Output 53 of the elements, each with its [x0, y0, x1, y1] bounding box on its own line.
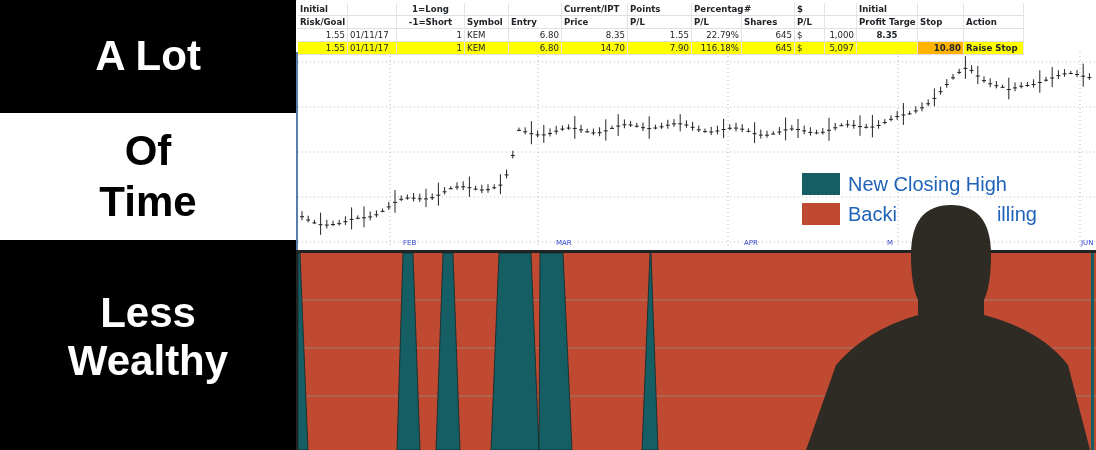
table-cell: 6.80	[509, 42, 562, 54]
table-cell: 7.90	[628, 42, 692, 54]
column-header: Profit Targe	[857, 16, 918, 28]
table-cell: 10.80	[918, 42, 964, 54]
column-header: Risk/Goal	[298, 16, 348, 28]
column-header: Action	[964, 16, 1024, 28]
column-header: Entry	[509, 16, 562, 28]
table-cell: $	[795, 29, 825, 41]
table-cell: 01/11/17	[348, 42, 397, 54]
legend-label: illing	[996, 203, 1037, 225]
table-cell: KEM	[465, 42, 509, 54]
table-cell: 22.79%	[692, 29, 742, 41]
column-header: Initial	[857, 3, 918, 15]
column-header: Shares	[742, 16, 795, 28]
table-cell: $	[795, 42, 825, 54]
table-cell: 01/11/17	[348, 29, 397, 41]
table-cell: 1.55	[298, 29, 348, 41]
table-cell: 1	[397, 42, 465, 54]
slogan-text: Of	[124, 126, 172, 177]
legend-label: Backi	[848, 203, 897, 225]
table-cell: KEM	[465, 29, 509, 41]
table-cell: 1	[397, 29, 465, 41]
column-header: Stop	[918, 16, 964, 28]
table-cell: 1.55	[628, 29, 692, 41]
column-header: Percentag	[692, 3, 742, 15]
slogan-text: Less	[100, 288, 196, 337]
table-cell: 645	[742, 29, 795, 41]
column-header: P/L	[628, 16, 692, 28]
table-cell: Raise Stop	[964, 42, 1024, 54]
column-header: P/L	[795, 16, 825, 28]
column-header: Points	[628, 3, 692, 15]
slogan-text: A Lot	[95, 32, 201, 81]
column-header: P/L	[692, 16, 742, 28]
column-header: Current/IPT	[562, 3, 628, 15]
table-cell: 116.18%	[692, 42, 742, 54]
column-header: #	[742, 3, 795, 15]
table-cell: 1.55	[298, 42, 348, 54]
table-cell: 8.35	[562, 29, 628, 41]
table-cell: 1,000	[825, 29, 857, 41]
table-cell: 8.35	[857, 29, 918, 41]
legend-label: New Closing High	[848, 173, 1007, 195]
table-cell: 14.70	[562, 42, 628, 54]
slogan-text: Wealthy	[67, 337, 229, 386]
column-header: Price	[562, 16, 628, 28]
table-cell: 645	[742, 42, 795, 54]
slogan-text: Time	[99, 176, 197, 227]
table-cell: 5,097	[825, 42, 857, 54]
column-header: Symbol	[465, 16, 509, 28]
table-cell: 6.80	[509, 29, 562, 41]
column-header: 1=Long	[397, 3, 465, 15]
column-header: $	[795, 3, 825, 15]
column-header: Initial	[298, 3, 348, 15]
column-header: -1=Short	[397, 16, 465, 28]
